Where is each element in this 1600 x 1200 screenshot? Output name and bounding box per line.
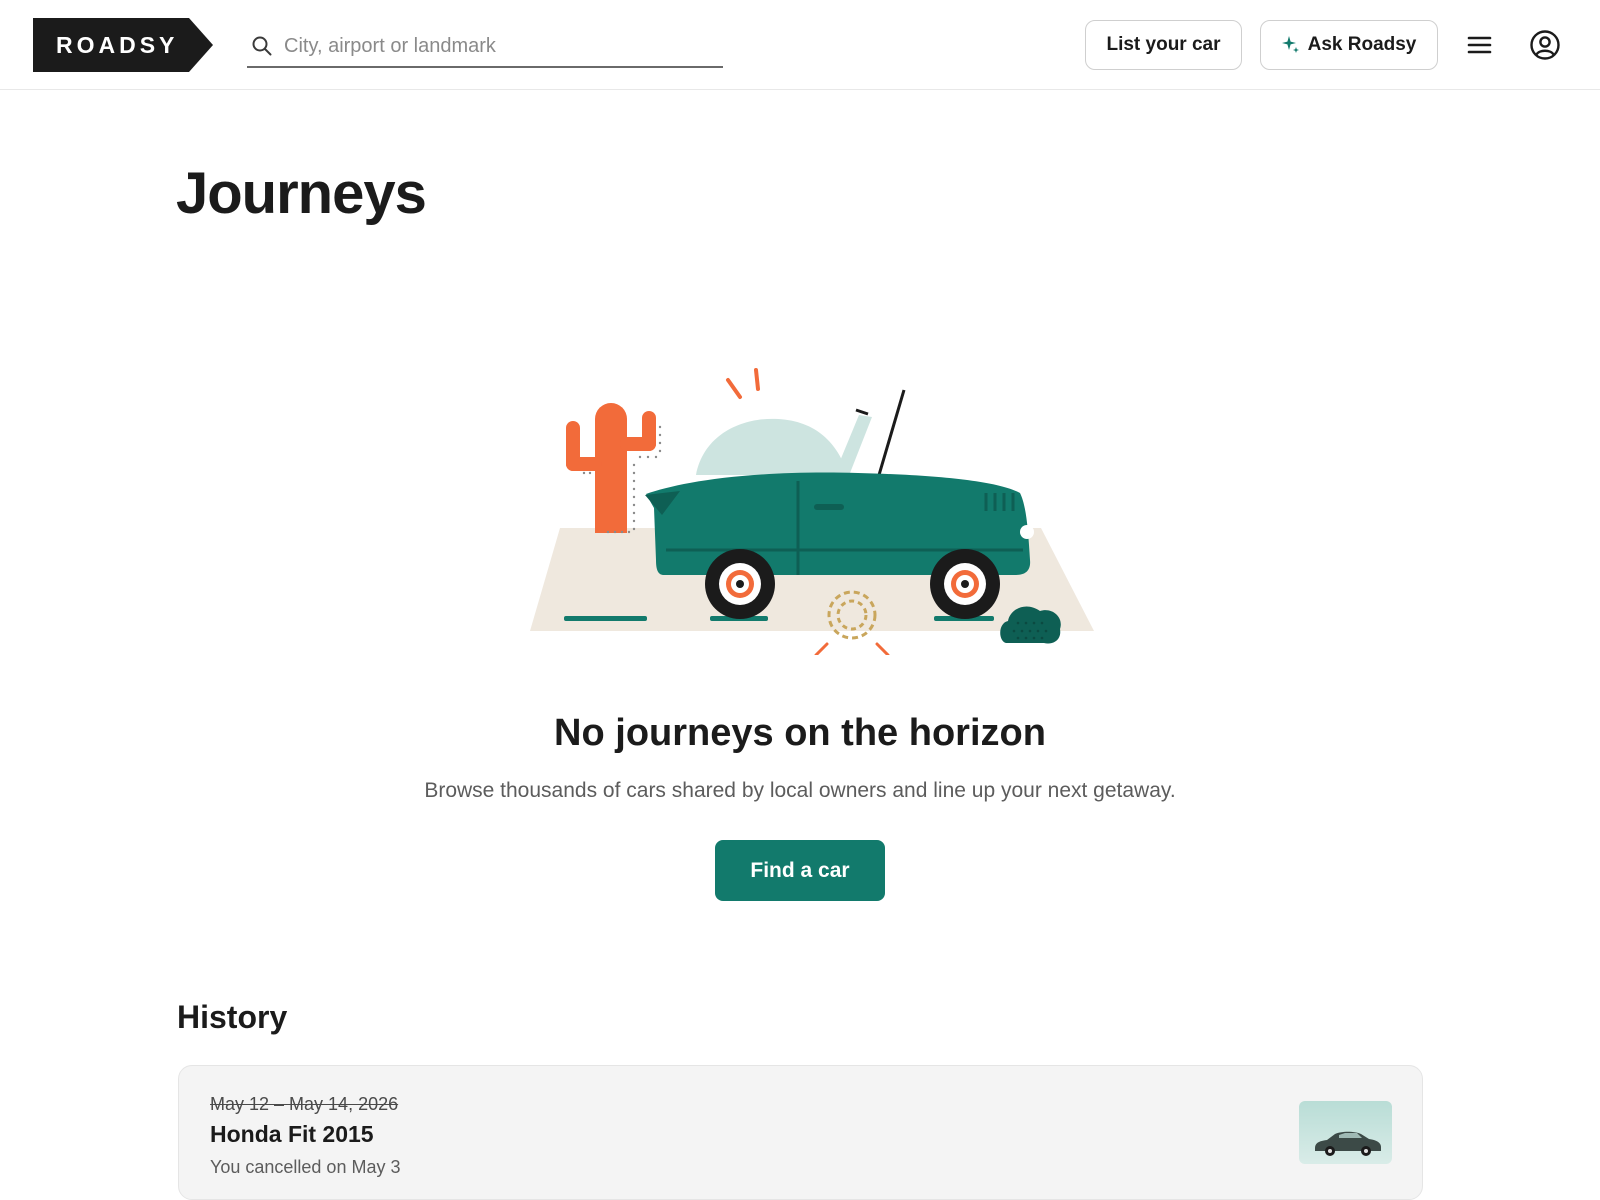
- cactus-icon: [566, 403, 662, 534]
- empty-state-title: No journeys on the horizon: [554, 712, 1046, 754]
- rear-wheel: [705, 549, 775, 619]
- user-account-icon: [1530, 30, 1560, 60]
- page-title: Journeys: [176, 161, 427, 226]
- location-search: [247, 28, 723, 68]
- list-your-car-button[interactable]: List your car: [1085, 20, 1242, 70]
- history-heading: History: [177, 999, 288, 1035]
- empty-state-car-illustration: [530, 368, 1094, 655]
- search-icon: [252, 36, 272, 56]
- trip-car-name: Honda Fit 2015: [210, 1121, 374, 1147]
- find-a-car-button[interactable]: Find a car: [715, 840, 885, 901]
- hamburger-menu-button[interactable]: [1466, 32, 1494, 58]
- ask-roadsy-label: Ask Roadsy: [1307, 34, 1417, 55]
- roadsy-logo[interactable]: ROADSY: [33, 18, 213, 72]
- search-input[interactable]: [284, 28, 714, 64]
- logo-text: ROADSY: [56, 32, 179, 58]
- car-thumbnail-image: [1299, 1101, 1392, 1164]
- list-your-car-label: List your car: [1106, 34, 1221, 55]
- trip-dates: May 12 – May 14, 2026: [210, 1094, 399, 1114]
- sparkle-icon: [1281, 36, 1299, 53]
- top-nav: ROADSY List your car Ask Roadsy: [0, 0, 1600, 90]
- trip-status: You cancelled on May 3: [210, 1157, 401, 1177]
- front-wheel: [930, 549, 1000, 619]
- empty-state-subtitle: Browse thousands of cars shared by local…: [424, 779, 1176, 802]
- hamburger-menu-icon: [1467, 36, 1492, 54]
- history-trip-card[interactable]: May 12 – May 14, 2026 Honda Fit 2015 You…: [178, 1065, 1423, 1200]
- ask-roadsy-button[interactable]: Ask Roadsy: [1260, 20, 1438, 70]
- account-button[interactable]: [1529, 29, 1561, 61]
